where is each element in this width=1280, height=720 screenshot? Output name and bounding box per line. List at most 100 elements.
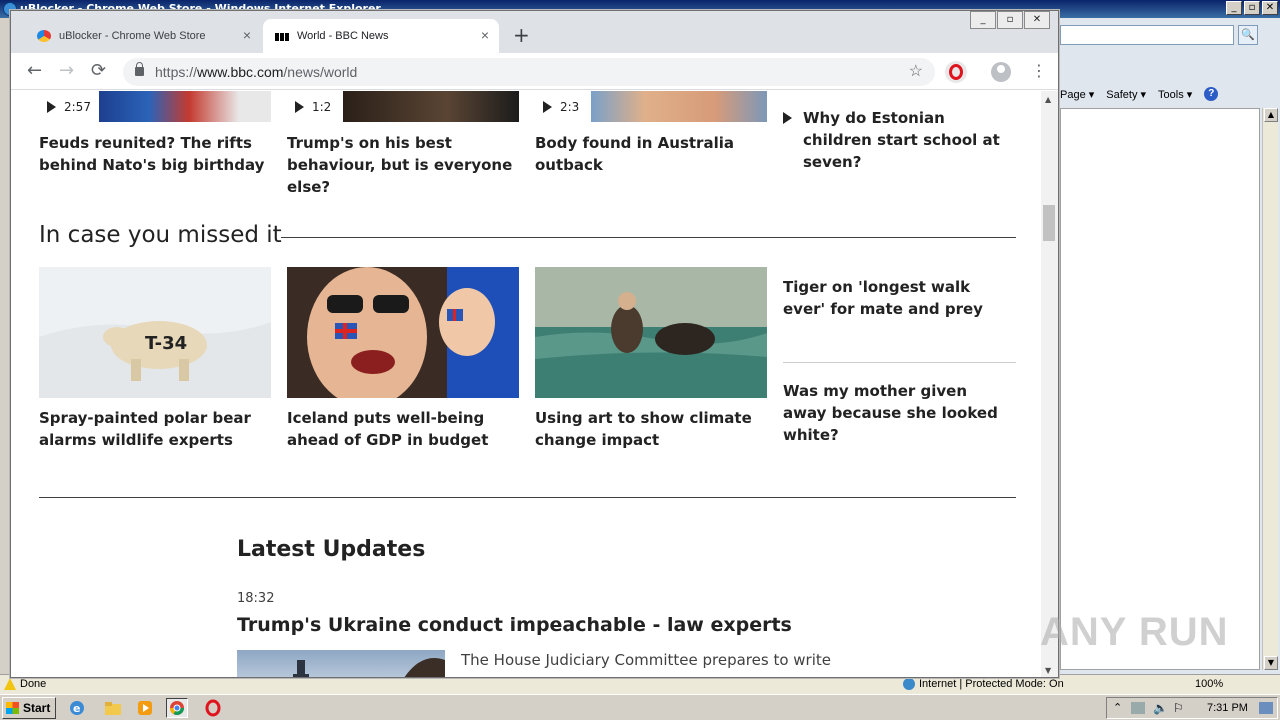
update-headline-link[interactable]: Trump's Ukraine conduct impeachable - la… <box>237 614 792 636</box>
ie-page-menu[interactable]: Page ▾ <box>1060 88 1094 101</box>
back-button[interactable]: ← <box>27 62 42 80</box>
chrome-menu-icon[interactable]: ⋮ <box>1031 62 1047 80</box>
forward-button[interactable]: → <box>59 62 74 80</box>
address-bar[interactable]: https://www.bbc.com/news/world ☆ <box>123 58 935 86</box>
ie-search-box[interactable] <box>1060 25 1234 45</box>
headline-link[interactable]: Spray-painted polar bear alarms wildlife… <box>39 407 271 451</box>
climate-art-image[interactable] <box>535 267 767 398</box>
globe-icon <box>903 678 915 691</box>
chrome-window-controls: _ ▫ ✕ <box>969 11 1050 29</box>
volume-icon[interactable]: 🔈 <box>1153 701 1168 715</box>
scroll-thumb[interactable] <box>1043 205 1055 241</box>
lock-icon <box>135 62 144 76</box>
tab-label: World - BBC News <box>297 30 389 42</box>
url-host: www.bbc.com <box>197 64 284 80</box>
play-icon <box>47 100 56 113</box>
section-divider <box>281 237 1016 238</box>
url-scheme: https:// <box>155 64 198 80</box>
ie-minimize-button[interactable]: _ <box>1226 1 1242 15</box>
taskbar-clock[interactable]: 7:31 PM <box>1207 702 1248 714</box>
ie-zoom-level[interactable]: 100% <box>1195 678 1223 690</box>
side-headline-link[interactable]: Why do Estonian children start school at… <box>783 107 1015 173</box>
page-viewport: 2:57 1:2 2:3 Feuds reunited? The rifts b… <box>11 91 1041 677</box>
headline-link[interactable]: Feuds reunited? The rifts behind Nato's … <box>39 132 271 176</box>
media-player-icon[interactable] <box>134 698 156 718</box>
ie-taskbar-icon[interactable]: e <box>66 698 88 718</box>
tab-close-icon[interactable]: × <box>481 28 489 42</box>
ie-tools-menu[interactable]: Tools ▾ <box>1158 88 1192 101</box>
iceland-fans-image[interactable] <box>287 267 519 398</box>
start-label: Start <box>23 701 51 715</box>
update-image[interactable] <box>237 650 445 677</box>
svg-text:e: e <box>73 702 80 715</box>
tab-bbc-world[interactable]: World - BBC News × <box>263 19 499 53</box>
tab-close-icon[interactable]: × <box>243 28 251 42</box>
update-summary: The House Judiciary Committee prepares t… <box>461 651 831 669</box>
polar-bear-image[interactable]: T-34 <box>39 267 271 398</box>
video-duration: 1:2 <box>312 99 332 114</box>
headline-link[interactable]: Iceland puts well-being ahead of GDP in … <box>287 407 519 451</box>
show-desktop-icon[interactable] <box>1259 702 1273 714</box>
ie-close-button[interactable]: ✕ <box>1262 1 1278 15</box>
bookmark-star-icon[interactable]: ☆ <box>909 62 923 82</box>
new-tab-button[interactable]: + <box>513 25 530 45</box>
ie-command-bar: Page ▾ Safety ▾ Tools ▾ ? <box>1060 84 1219 104</box>
play-duration: 2:57 <box>39 91 95 122</box>
system-tray: ⌃ 🔈 ⚐ 7:31 PM <box>1106 697 1278 719</box>
ie-search-button[interactable]: 🔍 <box>1238 25 1258 45</box>
windows-logo-icon <box>6 702 19 714</box>
side-headline-link[interactable]: Was my mother given away because she loo… <box>783 380 1015 446</box>
chrome-taskbar-icon[interactable] <box>166 698 188 718</box>
headline-link[interactable]: Body found in Australia outback <box>535 132 767 176</box>
chrome-minimize-button[interactable]: _ <box>970 11 996 29</box>
tab-ublocker[interactable]: uBlocker - Chrome Web Store × <box>25 19 261 53</box>
tray-arrow-icon[interactable]: ⌃ <box>1113 701 1122 714</box>
folder-icon[interactable] <box>102 698 124 718</box>
chrome-close-button[interactable]: ✕ <box>1024 11 1050 29</box>
play-icon <box>783 112 792 124</box>
opera-extension-icon[interactable] <box>945 61 967 83</box>
play-duration: 2:3 <box>535 91 591 122</box>
ie-scroll-down-icon[interactable]: ▼ <box>1264 656 1278 670</box>
ie-status-text: Done <box>20 678 47 690</box>
bbc-favicon-icon <box>275 31 289 43</box>
ie-zone-label: Internet | Protected Mode: On <box>919 678 1064 690</box>
side-headline-text: Why do Estonian children start school at… <box>803 109 1000 171</box>
video-duration: 2:3 <box>560 99 580 114</box>
flag-icon[interactable]: ⚐ <box>1173 701 1184 715</box>
opera-taskbar-icon[interactable] <box>202 698 224 718</box>
ie-scrollbar[interactable]: ▲ ▼ <box>1262 108 1278 670</box>
side-divider <box>783 362 1016 363</box>
video-thumbnail[interactable]: 2:3 <box>535 91 767 122</box>
headline-link[interactable]: Trump's on his best behaviour, but is ev… <box>287 132 519 198</box>
ie-safety-menu[interactable]: Safety ▾ <box>1106 88 1146 101</box>
headline-link[interactable]: Using art to show climate change impact <box>535 407 767 451</box>
anyrun-watermark: ANY RUN <box>1040 610 1229 654</box>
tab-label: uBlocker - Chrome Web Store <box>59 30 206 42</box>
scroll-down-icon[interactable]: ▼ <box>1045 666 1051 675</box>
video-thumbnail[interactable]: 2:57 <box>39 91 271 122</box>
profile-avatar-icon[interactable] <box>991 62 1011 82</box>
side-headline-link[interactable]: Tiger on 'longest walk ever' for mate an… <box>783 276 1015 320</box>
chrome-restore-button[interactable]: ▫ <box>997 11 1023 29</box>
ie-scroll-up-icon[interactable]: ▲ <box>1264 108 1278 122</box>
section-title: In case you missed it <box>39 222 282 248</box>
play-duration: 1:2 <box>287 91 343 122</box>
video-duration: 2:57 <box>64 99 91 114</box>
play-icon <box>543 100 552 113</box>
ie-security-zone: Internet | Protected Mode: On <box>903 678 1064 691</box>
chrome-window: uBlocker - Chrome Web Store × World - BB… <box>10 10 1059 678</box>
chrome-toolbar: ← → ⟳ https://www.bbc.com/news/world ☆ ⋮ <box>11 53 1058 90</box>
warning-icon <box>4 678 16 690</box>
ie-content-area <box>1060 108 1260 670</box>
search-icon: 🔍 <box>1241 28 1255 41</box>
start-button[interactable]: Start <box>2 697 56 719</box>
help-icon[interactable]: ? <box>1204 87 1219 101</box>
play-icon <box>295 100 304 113</box>
network-icon[interactable] <box>1131 702 1145 714</box>
video-thumbnail[interactable]: 1:2 <box>287 91 519 122</box>
scroll-up-icon[interactable]: ▲ <box>1045 95 1051 104</box>
ie-maximize-button[interactable]: ▫ <box>1244 1 1260 15</box>
page-scrollbar[interactable]: ▲ ▼ <box>1041 91 1058 677</box>
reload-button[interactable]: ⟳ <box>91 62 106 80</box>
